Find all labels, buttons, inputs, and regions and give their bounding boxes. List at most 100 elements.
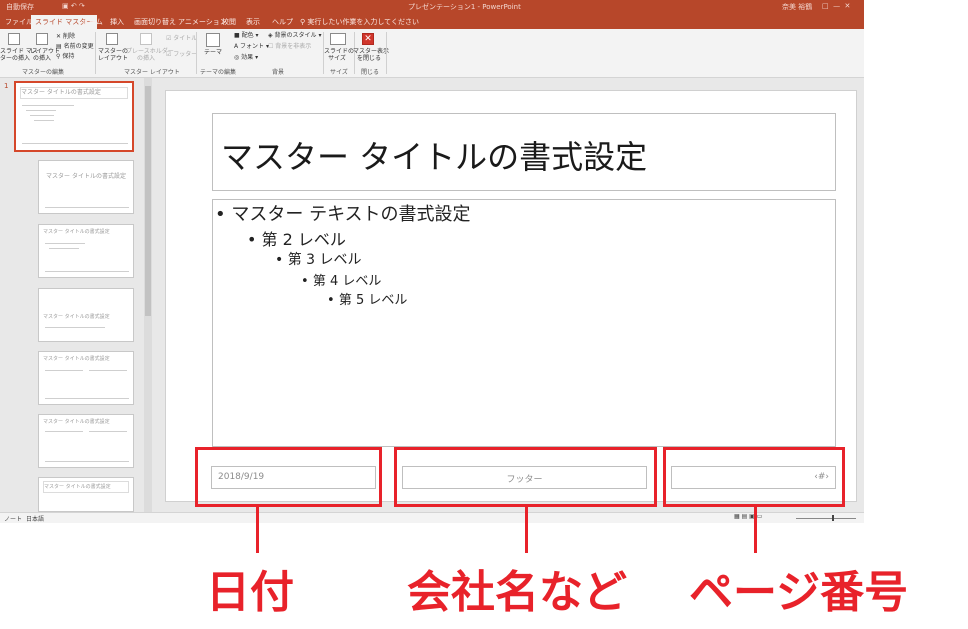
title-checkbox[interactable]: ☑ タイトル	[166, 35, 197, 42]
date-highlight-box	[195, 447, 382, 507]
insert-placeholder-icon	[140, 33, 152, 45]
tab-transitions[interactable]: 画面切り替え	[134, 17, 176, 27]
master-layout-icon	[106, 33, 118, 45]
title-placeholder[interactable]: マスター タイトルの書式設定	[212, 113, 836, 191]
preserve-label: 保持	[62, 53, 75, 60]
bullet-text: 第 3 レベル	[287, 252, 362, 268]
layout-thumbnail-title-only[interactable]: マスター タイトルの書式設定	[38, 477, 134, 512]
thumbnail-title: マスター タイトルの書式設定	[43, 419, 110, 425]
zoom-slider[interactable]	[796, 518, 856, 519]
fonts-label: フォント	[240, 43, 265, 50]
thumbnail-line	[45, 207, 129, 208]
status-bar: ノート 日本語 ▦ ▤ ▣ ▭	[0, 512, 864, 523]
group-size: サイズ	[330, 69, 348, 76]
thumbnail-title: マスター タイトルの書式設定	[43, 229, 110, 235]
bullet-text: 第 4 レベル	[312, 274, 382, 289]
zoom-slider-thumb[interactable]	[832, 515, 834, 521]
theme-button[interactable]: テーマ	[200, 49, 226, 56]
layout-thumbnail-title[interactable]: マスター タイトルの書式設定	[38, 160, 134, 214]
layout-thumbnail-section[interactable]: マスター タイトルの書式設定	[38, 288, 134, 342]
bullet-level-2: • 第 2 レベル	[247, 230, 346, 249]
tab-animations[interactable]: アニメーション	[178, 17, 227, 27]
tab-view[interactable]: 表示	[246, 17, 260, 27]
theme-icon	[206, 33, 220, 47]
date-connector-line	[256, 505, 259, 553]
group-close: 閉じる	[361, 69, 380, 76]
insert-layout-button[interactable]: レイアウト の挿入	[30, 48, 60, 62]
close-master-view-button[interactable]: マスター表示 を閉じる	[353, 48, 389, 62]
autosave-label[interactable]: 自動保存	[6, 2, 34, 12]
group-master-layout: マスター レイアウト	[124, 69, 180, 76]
thumbnail-line	[49, 248, 79, 249]
thumbnail-line	[45, 370, 83, 371]
slide-number: 1	[4, 82, 9, 90]
status-language[interactable]: 日本語	[26, 514, 44, 523]
layout-thumbnail-comparison[interactable]: マスター タイトルの書式設定	[38, 414, 134, 468]
group-edit-theme: テーマの編集	[200, 69, 237, 76]
bullet-text: 第 5 レベル	[338, 293, 408, 308]
tell-me-search[interactable]: ⚲ 実行したい作業を入力してください	[300, 17, 419, 27]
thumbnail-line	[22, 105, 74, 106]
ribbon-tabs: ファイル スライド マスター ホーム 挿入 画面切り替え アニメーション 校閲 …	[0, 14, 864, 29]
colors-button[interactable]: ■ 配色 ▾	[234, 32, 259, 39]
layout-thumbnail-two-content[interactable]: マスター タイトルの書式設定	[38, 351, 134, 405]
thumbnail-line	[89, 431, 127, 432]
footer-highlight-box	[394, 447, 657, 507]
date-annotation: 日付	[206, 567, 294, 618]
page-number-connector-line	[754, 505, 757, 553]
close-master-icon: ✕	[362, 33, 374, 45]
tab-review[interactable]: 校閲	[222, 17, 236, 27]
colors-label: 配色	[241, 32, 254, 39]
slide-canvas[interactable]: マスター タイトルの書式設定 • マスター テキストの書式設定 • 第 2 レベ…	[165, 90, 857, 502]
bullet-level-4: • 第 4 レベル	[301, 274, 382, 289]
layout-thumbnail-content[interactable]: マスター タイトルの書式設定	[38, 224, 134, 278]
document-title: プレゼンテーション1 - PowerPoint	[408, 3, 521, 11]
tab-home[interactable]: ホーム	[82, 17, 103, 27]
tab-insert[interactable]: 挿入	[110, 17, 124, 27]
status-view[interactable]: ノート	[4, 514, 22, 523]
window-controls-icon[interactable]: □ — ✕	[822, 2, 850, 10]
insert-master-icon	[8, 33, 20, 45]
page-number-annotation: ページ番号	[689, 567, 909, 618]
insert-placeholder-button[interactable]: プレースホルダー の挿入	[126, 48, 174, 62]
scrollbar-thumb[interactable]	[145, 86, 151, 316]
insert-layout-icon	[36, 33, 48, 45]
preserve-button[interactable]: ⚲ 保持	[56, 53, 74, 60]
background-styles-label: 背景のスタイル	[274, 32, 317, 39]
save-icon[interactable]: ▣ ↶ ↷	[62, 2, 85, 10]
thumbnail-title: マスター タイトルの書式設定	[43, 356, 110, 362]
thumbnail-line	[45, 461, 129, 462]
tab-file[interactable]: ファイル	[5, 17, 33, 27]
effects-label: 効果	[241, 54, 254, 61]
effects-button[interactable]: ◎ 効果 ▾	[234, 54, 258, 61]
thumbnail-line	[89, 370, 127, 371]
thumbnail-line	[45, 271, 129, 272]
ribbon-separator	[386, 32, 387, 74]
bullet-level-5: • 第 5 レベル	[327, 293, 408, 308]
master-layout-button[interactable]: マスターの レイアウト	[98, 48, 128, 62]
background-styles-button[interactable]: ◈ 背景のスタイル ▾	[268, 32, 321, 39]
ribbon-separator	[95, 32, 96, 74]
slide-size-button[interactable]: スライドの サイズ	[324, 48, 354, 62]
view-buttons-icon[interactable]: ▦ ▤ ▣ ▭	[734, 513, 762, 520]
hide-background-checkbox[interactable]: ☐ 背景を非表示	[268, 43, 311, 50]
tab-help[interactable]: ヘルプ	[272, 17, 293, 27]
body-placeholder[interactable]: • マスター テキストの書式設定 • 第 2 レベル • 第 3 レベル • 第…	[212, 199, 836, 447]
footer-checkbox[interactable]: ☑ フッター	[166, 51, 197, 58]
group-background: 背景	[272, 69, 285, 76]
fonts-button[interactable]: A フォント ▾	[234, 43, 269, 50]
thumbnail-line	[45, 398, 129, 399]
bullet-text: マスター テキストの書式設定	[231, 204, 471, 225]
footer-check-label: フッター	[173, 51, 198, 58]
thumbnail-title: マスター タイトルの書式設定	[43, 481, 129, 493]
rename-button[interactable]: ▤ 名前の変更	[56, 43, 94, 50]
thumbnail-scrollbar[interactable]	[144, 78, 152, 512]
delete-button[interactable]: ✕ 削除	[56, 33, 75, 40]
thumbnail-title: マスター タイトルの書式設定	[46, 173, 126, 180]
master-thumbnail[interactable]: マスター タイトルの書式設定	[14, 81, 134, 152]
title-check-label: タイトル	[173, 35, 198, 42]
thumbnail-line	[22, 143, 128, 144]
user-name[interactable]: 奈美 裕鶴	[782, 2, 812, 12]
insert-master-button[interactable]: スライド マス ターの挿入	[0, 48, 38, 62]
company-annotation: 会社名など	[407, 567, 627, 618]
